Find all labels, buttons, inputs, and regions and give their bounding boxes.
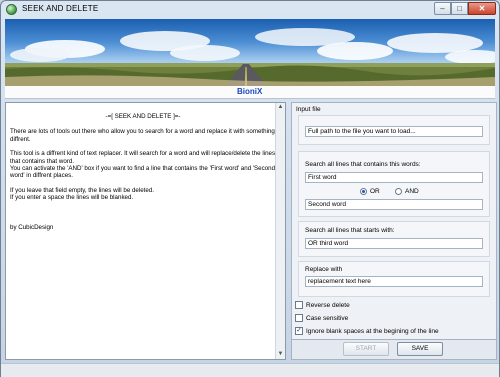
main-window: SEEK AND DELETE – □ ✕ BioniX -=[ SEEK AN… [0, 0, 500, 377]
info-paragraph: If you enter a space the lines will be b… [10, 194, 134, 202]
info-paragraph: There are lots of tools out there who al… [10, 128, 275, 143]
starts-with-field[interactable]: OR third word [305, 238, 483, 249]
options-panel: Input file Full path to the file you wan… [291, 102, 497, 340]
first-word-field[interactable]: First word [305, 172, 483, 183]
credit-text: by CubicDesign [10, 223, 54, 231]
close-button[interactable]: ✕ [468, 2, 496, 15]
ignore-blank-checkbox[interactable]: ✓ [295, 327, 303, 335]
button-row: START SAVE [291, 340, 497, 360]
start-button[interactable]: START [343, 342, 389, 356]
scroll-down-icon[interactable]: ▼ [276, 350, 285, 359]
window-title: SEEK AND DELETE [22, 4, 99, 13]
scroll-up-icon[interactable]: ▲ [276, 103, 285, 112]
minimize-button[interactable]: – [434, 2, 451, 15]
replace-field[interactable]: replacement text here [305, 276, 483, 287]
info-paragraph: You can activate the 'AND' box if you wa… [10, 165, 276, 180]
input-file-label: Input file [296, 106, 321, 113]
vertical-scrollbar[interactable]: ▲ ▼ [275, 103, 285, 359]
info-text: -=[ SEEK AND DELETE ]=- There are lots o… [10, 113, 276, 238]
case-sensitive-label: Case sensitive [306, 315, 349, 322]
and-radio[interactable] [395, 188, 402, 195]
checkmark-icon: ✓ [296, 327, 302, 334]
save-button[interactable]: SAVE [397, 342, 443, 356]
ignore-blank-label: Ignore blank spaces at the begining of t… [306, 328, 439, 335]
brand-label: BioniX [237, 87, 263, 96]
contains-group: Search all lines that contains this word… [298, 151, 490, 217]
input-file-group: Full path to the file you want to load..… [298, 115, 490, 145]
reverse-delete-checkbox[interactable] [295, 301, 303, 309]
replace-label: Replace with [305, 266, 343, 273]
info-heading: -=[ SEEK AND DELETE ]=- [105, 113, 181, 120]
starts-with-group: Search all lines that starts with: OR th… [298, 221, 490, 257]
input-file-field[interactable]: Full path to the file you want to load..… [305, 126, 483, 137]
replace-group: Replace with replacement text here [298, 261, 490, 297]
banner-image [5, 19, 495, 86]
and-label: AND [405, 188, 419, 195]
or-radio[interactable] [360, 188, 367, 195]
brand-bar: BioniX [5, 86, 495, 99]
second-word-field[interactable]: Second word [305, 199, 483, 210]
info-text-panel[interactable]: -=[ SEEK AND DELETE ]=- There are lots o… [5, 102, 286, 360]
case-sensitive-checkbox[interactable] [295, 314, 303, 322]
contains-label: Search all lines that contains this word… [305, 161, 421, 168]
info-paragraph: This tool is a diffrent kind of text rep… [10, 150, 276, 165]
or-label: OR [370, 188, 380, 195]
status-bar [1, 363, 499, 377]
maximize-button[interactable]: □ [451, 2, 468, 15]
info-paragraph: If you leave that field empty, the lines… [10, 186, 154, 194]
reverse-delete-label: Reverse delete [306, 302, 350, 309]
title-bar[interactable]: SEEK AND DELETE – □ ✕ [1, 1, 499, 19]
app-icon [6, 4, 17, 15]
starts-with-label: Search all lines that starts with: [305, 227, 395, 234]
